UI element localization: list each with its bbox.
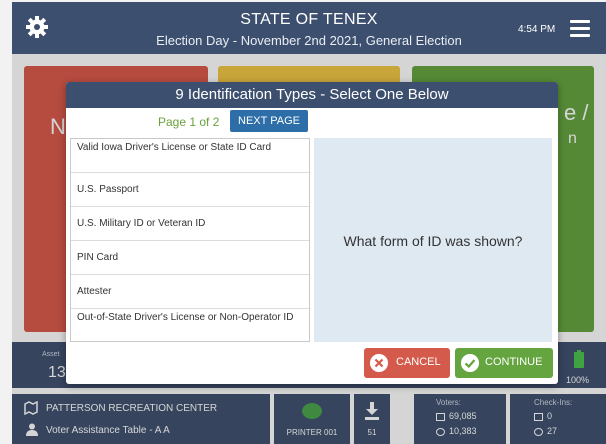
app-window: STATE OF TENEX Election Day - November 2… (12, 2, 606, 444)
top-header: STATE OF TENEX Election Day - November 2… (12, 2, 606, 54)
page-indicator: Page 1 of 2 (158, 115, 220, 129)
clock: 4:54 PM (518, 24, 556, 35)
id-option-iowa-license[interactable]: Valid Iowa Driver's License or State ID … (71, 139, 309, 173)
list-item-label: Valid Iowa Driver's License or State ID … (77, 142, 272, 153)
next-page-button[interactable]: NEXT PAGE (230, 110, 308, 132)
id-option-passport[interactable]: U.S. Passport (71, 173, 309, 207)
dialog-title: 9 Identification Types - Select One Belo… (66, 82, 558, 108)
continue-label: CONTINUE (485, 356, 543, 368)
checkmark-icon (461, 354, 479, 372)
id-option-out-of-state[interactable]: Out-of-State Driver's License or Non-Ope… (71, 309, 309, 343)
cancel-button[interactable]: CANCEL (364, 348, 450, 378)
id-type-list: Valid Iowa Driver's License or State ID … (70, 138, 310, 342)
id-option-pin-card[interactable]: PIN Card (71, 241, 309, 275)
id-option-attester[interactable]: Attester (71, 275, 309, 309)
app-title: STATE OF TENEX (240, 11, 378, 28)
close-icon (370, 354, 388, 372)
list-item-label: PIN Card (77, 252, 119, 263)
list-item-label: U.S. Military ID or Veteran ID (77, 218, 206, 229)
cancel-label: CANCEL (396, 356, 441, 368)
question-panel: What form of ID was shown? (314, 138, 552, 342)
hamburger-menu-icon[interactable] (570, 20, 590, 37)
id-option-military[interactable]: U.S. Military ID or Veteran ID (71, 207, 309, 241)
continue-button[interactable]: CONTINUE (455, 348, 553, 378)
list-item-label: Out-of-State Driver's License or Non-Ope… (77, 312, 294, 323)
list-item-label: U.S. Passport (77, 184, 139, 195)
id-type-dialog: 9 Identification Types - Select One Belo… (66, 82, 558, 384)
election-subtitle: Election Day - November 2nd 2021, Genera… (156, 33, 462, 48)
id-question: What form of ID was shown? (343, 233, 523, 249)
list-item-label: Attester (77, 286, 112, 297)
